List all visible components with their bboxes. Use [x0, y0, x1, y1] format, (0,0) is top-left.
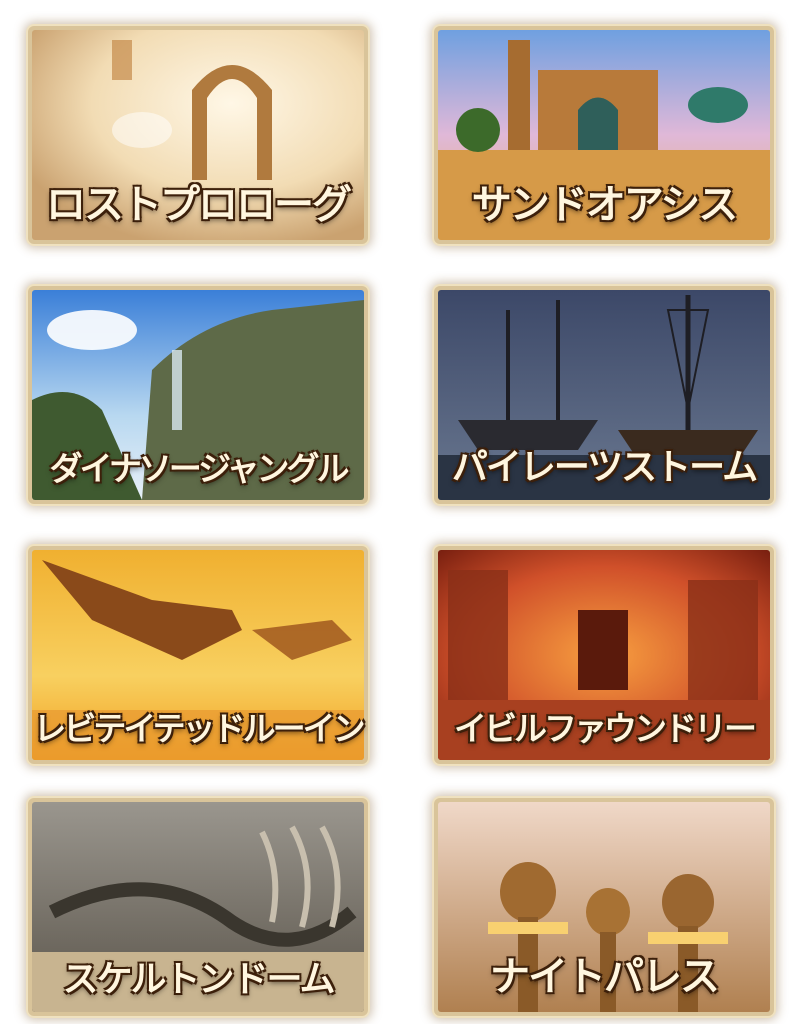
stage-title: イビルファウンドリー [454, 709, 757, 748]
stage-card-night-palace[interactable]: ナイトパレス [434, 798, 774, 1016]
stage-select-grid: ロストプロローグ サンドオアシス ダイナソージャングル パイレーツストーム レビ… [0, 0, 800, 1024]
stage-card-dinosaur-jungle[interactable]: ダイナソージャングル [28, 286, 368, 504]
stage-title: スケルトンドーム [62, 959, 336, 1000]
stage-card-sand-oasis[interactable]: サンドオアシス [434, 26, 774, 244]
stage-card-lost-prologue[interactable]: ロストプロローグ [28, 26, 368, 244]
stage-title: パイレーツストーム [451, 447, 758, 488]
stage-card-skeleton-dome[interactable]: スケルトンドーム [28, 798, 368, 1016]
stage-card-pirates-storm[interactable]: パイレーツストーム [434, 286, 774, 504]
stage-title: レビテイテッドルーイン [33, 709, 365, 748]
stage-card-levitated-ruin[interactable]: レビテイテッドルーイン [28, 546, 368, 764]
stage-card-evil-foundry[interactable]: イビルファウンドリー [434, 546, 774, 764]
stage-title: ダイナソージャングル [49, 449, 349, 488]
stage-title: ロストプロローグ [46, 182, 352, 228]
stage-title: サンドオアシス [471, 182, 738, 228]
stage-title: ナイトパレス [490, 954, 720, 1000]
